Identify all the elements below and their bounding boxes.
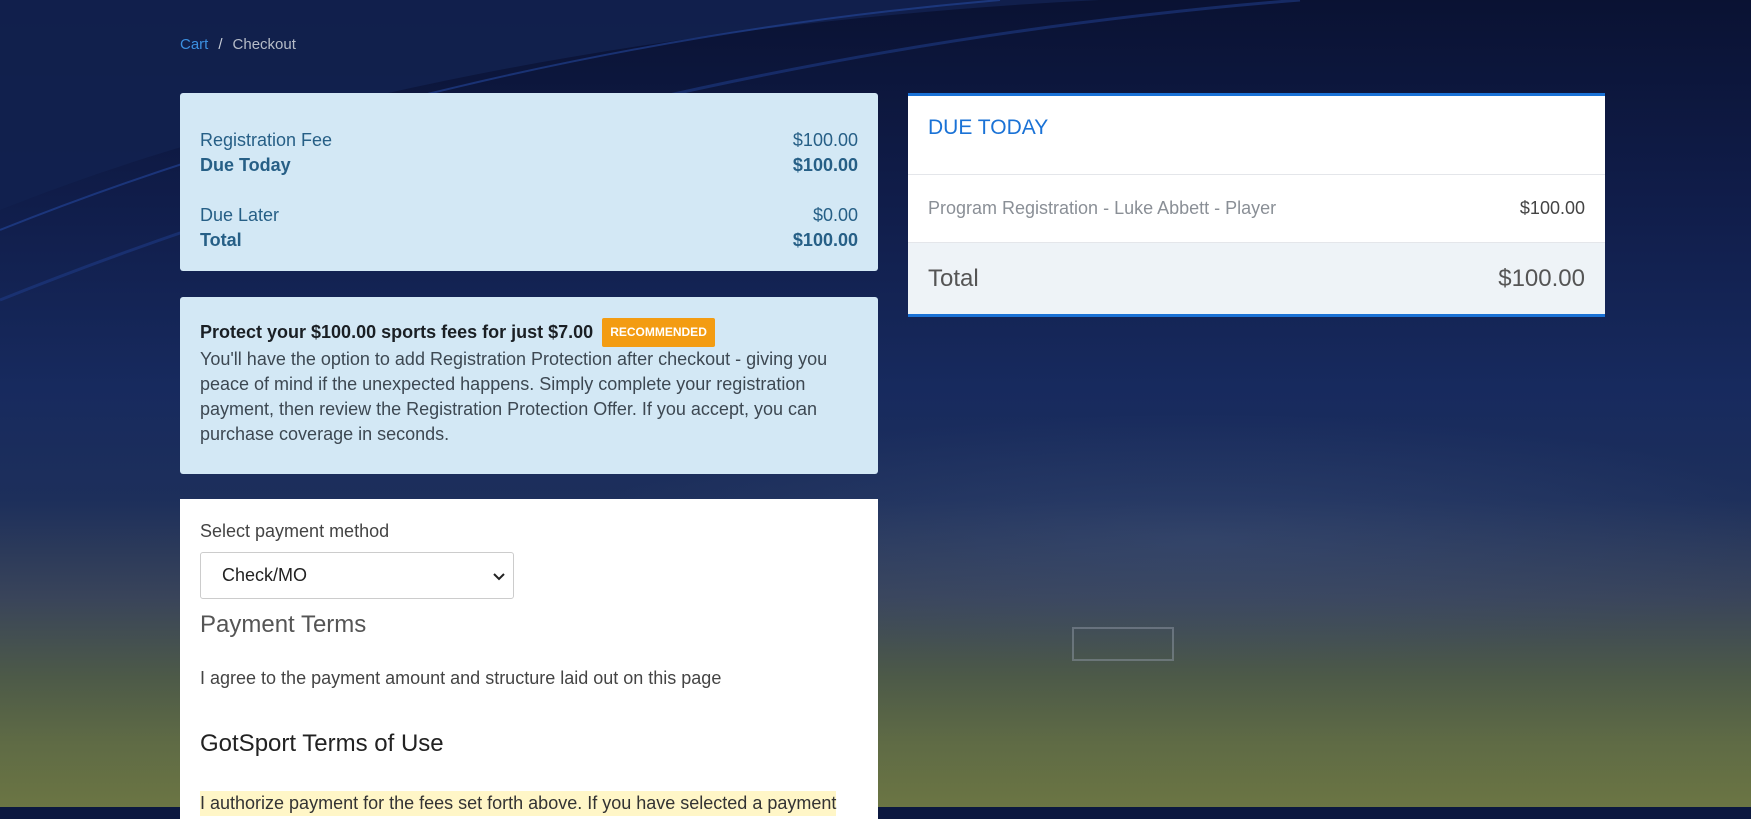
due-today-label: Due Today: [200, 155, 291, 175]
total-row: Total $100.00: [200, 228, 858, 253]
payment-terms-heading: Payment Terms: [200, 611, 367, 638]
protection-headline-line: Protect your $100.00 sports fees for jus…: [200, 318, 858, 347]
line-item-amount: $100.00: [1519, 198, 1585, 218]
registration-fee-row: Registration Fee $100.00: [200, 128, 858, 153]
due-later-row: Due Later $0.00: [200, 203, 858, 228]
protection-headline: Protect your $100.00 sports fees for jus…: [200, 322, 594, 342]
payment-method-label: Select payment method: [200, 521, 390, 541]
gotsport-terms-heading: GotSport Terms of Use: [200, 730, 444, 757]
breadcrumb-cart-link[interactable]: Cart: [180, 36, 208, 53]
due-today-row: Due Today $100.00: [200, 153, 858, 178]
line-item-label: Program Registration - Luke Abbett - Pla…: [928, 198, 1277, 218]
registration-protection-panel: Protect your $100.00 sports fees for jus…: [180, 297, 878, 474]
due-today-value: $100.00: [792, 155, 858, 175]
registration-fee-label: Registration Fee: [200, 130, 333, 150]
registration-fee-value: $100.00: [792, 130, 858, 150]
payment-method-select[interactable]: Check/MO: [200, 552, 514, 599]
payment-method-value: Check/MO: [222, 565, 308, 585]
card-total-row: Total $100.00: [908, 243, 1605, 314]
breadcrumb-separator: /: [218, 36, 223, 53]
total-label: Total: [200, 230, 242, 250]
payment-terms-text: I agree to the payment amount and struct…: [200, 668, 722, 688]
due-later-label: Due Later: [200, 205, 280, 225]
due-today-card-title: DUE TODAY: [908, 96, 1605, 175]
goal-outline: [1072, 627, 1174, 661]
payment-panel: Select payment method Check/MO Payment T…: [180, 499, 878, 819]
card-total-value: $100.00: [1498, 264, 1585, 292]
line-item-row: Program Registration - Luke Abbett - Pla…: [908, 175, 1605, 243]
total-value: $100.00: [792, 230, 858, 250]
recommended-badge: RECOMMENDED: [602, 318, 715, 347]
authorize-text: I authorize payment for the fees set for…: [200, 791, 837, 816]
breadcrumb-current: Checkout: [232, 36, 296, 53]
protection-body: You'll have the option to add Registrati…: [200, 349, 828, 444]
card-total-label: Total: [928, 264, 979, 292]
due-today-card: DUE TODAY Program Registration - Luke Ab…: [908, 93, 1605, 317]
breadcrumb: Cart / Checkout: [180, 36, 296, 53]
due-later-value: $0.00: [812, 205, 858, 225]
chevron-down-icon: [493, 568, 505, 584]
fee-summary-panel: Registration Fee $100.00 Due Today $100.…: [180, 93, 878, 271]
